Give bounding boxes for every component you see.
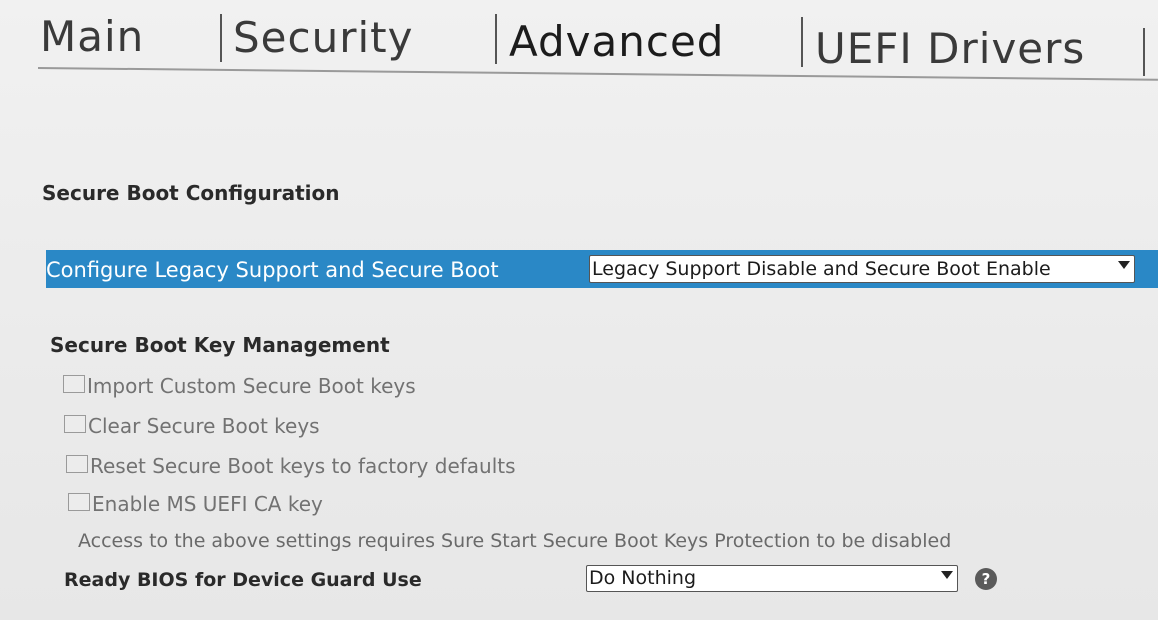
key-management-title: Secure Boot Key Management (50, 333, 390, 357)
import-keys-label: Import Custom Secure Boot keys (87, 374, 416, 398)
section-title: Secure Boot Configuration (42, 181, 340, 205)
tab-separator (220, 14, 222, 62)
tab-security[interactable]: Security (233, 17, 413, 59)
clear-keys-label: Clear Secure Boot keys (88, 414, 320, 438)
legacy-secure-boot-row[interactable]: Configure Legacy Support and Secure Boot… (46, 250, 1158, 288)
device-guard-value: Do Nothing (589, 567, 697, 589)
ms-uefi-ca-label: Enable MS UEFI CA key (92, 492, 323, 516)
chevron-down-icon (1118, 261, 1130, 269)
tab-separator (495, 14, 497, 64)
clear-keys-checkbox[interactable] (64, 415, 86, 433)
tab-advanced[interactable]: Advanced (509, 21, 724, 63)
reset-keys-label: Reset Secure Boot keys to factory defaul… (90, 454, 516, 478)
legacy-secure-boot-label: Configure Legacy Support and Secure Boot (46, 258, 499, 282)
tab-main[interactable]: Main (40, 16, 144, 58)
legacy-secure-boot-value: Legacy Support Disable and Secure Boot E… (592, 258, 1051, 280)
import-keys-checkbox[interactable] (63, 375, 85, 393)
help-icon[interactable]: ? (975, 568, 997, 590)
tab-uefi-drivers[interactable]: UEFI Drivers (815, 28, 1085, 70)
device-guard-select[interactable]: Do Nothing (586, 565, 958, 592)
reset-keys-checkbox[interactable] (66, 455, 88, 473)
tab-separator (1143, 28, 1145, 76)
ms-uefi-ca-checkbox[interactable] (68, 493, 90, 511)
chevron-down-icon (941, 571, 953, 579)
key-protection-note: Access to the above settings requires Su… (78, 530, 952, 552)
legacy-secure-boot-select[interactable]: Legacy Support Disable and Secure Boot E… (589, 255, 1135, 283)
tab-separator (801, 17, 803, 67)
device-guard-label: Ready BIOS for Device Guard Use (64, 569, 422, 591)
